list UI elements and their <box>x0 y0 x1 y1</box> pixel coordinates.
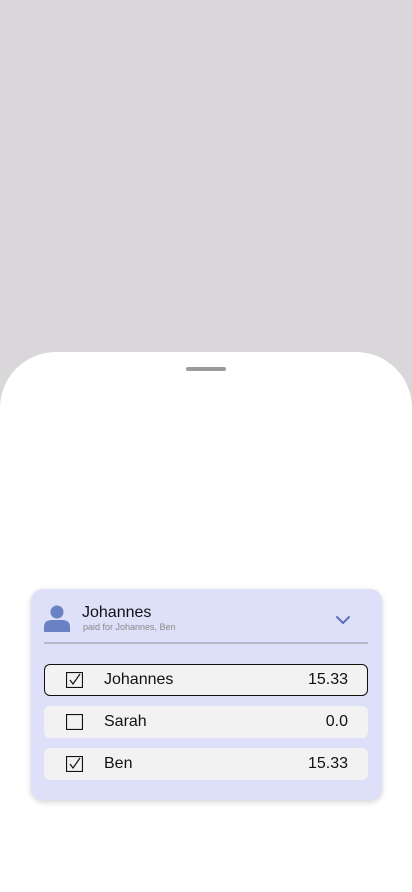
split-row-name: Sarah <box>104 713 147 730</box>
chevron-down-icon[interactable] <box>334 611 352 629</box>
split-row-ben[interactable]: Ben 15.33 <box>44 748 368 780</box>
split-row-amount: 15.33 <box>307 671 348 688</box>
checkbox-unchecked-icon[interactable] <box>66 714 83 730</box>
payer-name: Johannes <box>82 604 152 621</box>
split-card: Johannes paid for Johannes, Ben Johannes… <box>31 589 382 800</box>
drag-handle[interactable] <box>186 367 226 371</box>
checkbox-checked-icon[interactable] <box>66 756 83 772</box>
split-row-name: Johannes <box>104 671 174 688</box>
split-row-name: Ben <box>104 755 133 772</box>
split-row-amount: 15.33 <box>307 755 348 772</box>
checkbox-checked-icon[interactable] <box>66 672 83 688</box>
bottom-sheet: Johannes paid for Johannes, Ben Johannes… <box>0 352 412 892</box>
split-row-sarah[interactable]: Sarah 0.0 <box>44 706 368 738</box>
payer-subtitle: paid for Johannes, Ben <box>83 622 176 632</box>
split-row-johannes[interactable]: Johannes 15.33 <box>44 664 368 696</box>
person-icon <box>44 605 70 632</box>
divider <box>44 642 368 644</box>
payer-header[interactable]: Johannes paid for Johannes, Ben <box>31 589 382 643</box>
split-row-amount: 0.0 <box>325 713 348 730</box>
